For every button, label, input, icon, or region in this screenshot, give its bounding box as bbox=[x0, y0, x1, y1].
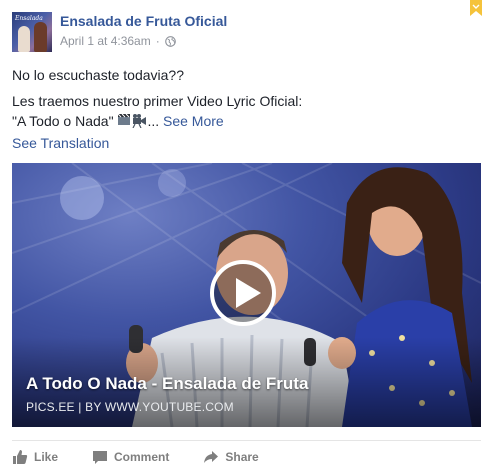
message-line-3: "A Todo o Nada" ... See More bbox=[12, 111, 482, 131]
like-label: Like bbox=[34, 450, 59, 464]
action-bar: Like Comment Share bbox=[12, 447, 293, 467]
message-line-2: Les traemos nuestro primer Video Lyric O… bbox=[12, 93, 303, 109]
action-divider bbox=[12, 440, 481, 441]
comment-label: Comment bbox=[114, 450, 170, 464]
message-song-title: "A Todo o Nada" bbox=[12, 113, 114, 129]
camera-emoji-icon bbox=[118, 113, 147, 128]
avatar-figure-right bbox=[34, 22, 47, 52]
avatar-figure-left bbox=[18, 26, 30, 52]
share-button[interactable]: Share bbox=[203, 449, 259, 465]
video-attachment[interactable]: A Todo O Nada - Ensalada de Fruta PICS.E… bbox=[12, 163, 481, 427]
video-title[interactable]: A Todo O Nada - Ensalada de Fruta bbox=[26, 374, 308, 394]
share-label: Share bbox=[225, 450, 259, 464]
message-line-1: No lo escuchaste todavia?? bbox=[12, 67, 184, 83]
page-name-link[interactable]: Ensalada de Fruta Oficial bbox=[60, 13, 227, 29]
like-button[interactable]: Like bbox=[12, 449, 58, 465]
feed-post: Ensalada Ensalada de Fruta Oficial April… bbox=[0, 0, 492, 468]
play-icon[interactable] bbox=[210, 260, 276, 326]
post-timestamp[interactable]: April 1 at 4:36am bbox=[60, 34, 151, 48]
bookmark-icon[interactable] bbox=[470, 0, 482, 16]
like-icon bbox=[13, 450, 28, 464]
see-translation-link[interactable]: See Translation bbox=[12, 135, 109, 151]
page-avatar[interactable]: Ensalada bbox=[12, 12, 52, 52]
meta-separator: · bbox=[155, 34, 160, 48]
comment-button[interactable]: Comment bbox=[92, 449, 169, 465]
message-ellipsis: ... bbox=[147, 113, 160, 129]
video-source: PICS.EE | BY WWW.YOUTUBE.COM bbox=[26, 400, 234, 414]
share-icon bbox=[204, 451, 219, 463]
avatar-text: Ensalada bbox=[15, 15, 43, 22]
post-message: No lo escuchaste todavia?? Les traemos n… bbox=[12, 65, 482, 131]
post-meta: April 1 at 4:36am · bbox=[60, 34, 176, 48]
globe-icon[interactable] bbox=[164, 35, 176, 47]
see-more-link[interactable]: See More bbox=[163, 113, 224, 129]
comment-icon bbox=[93, 451, 108, 464]
